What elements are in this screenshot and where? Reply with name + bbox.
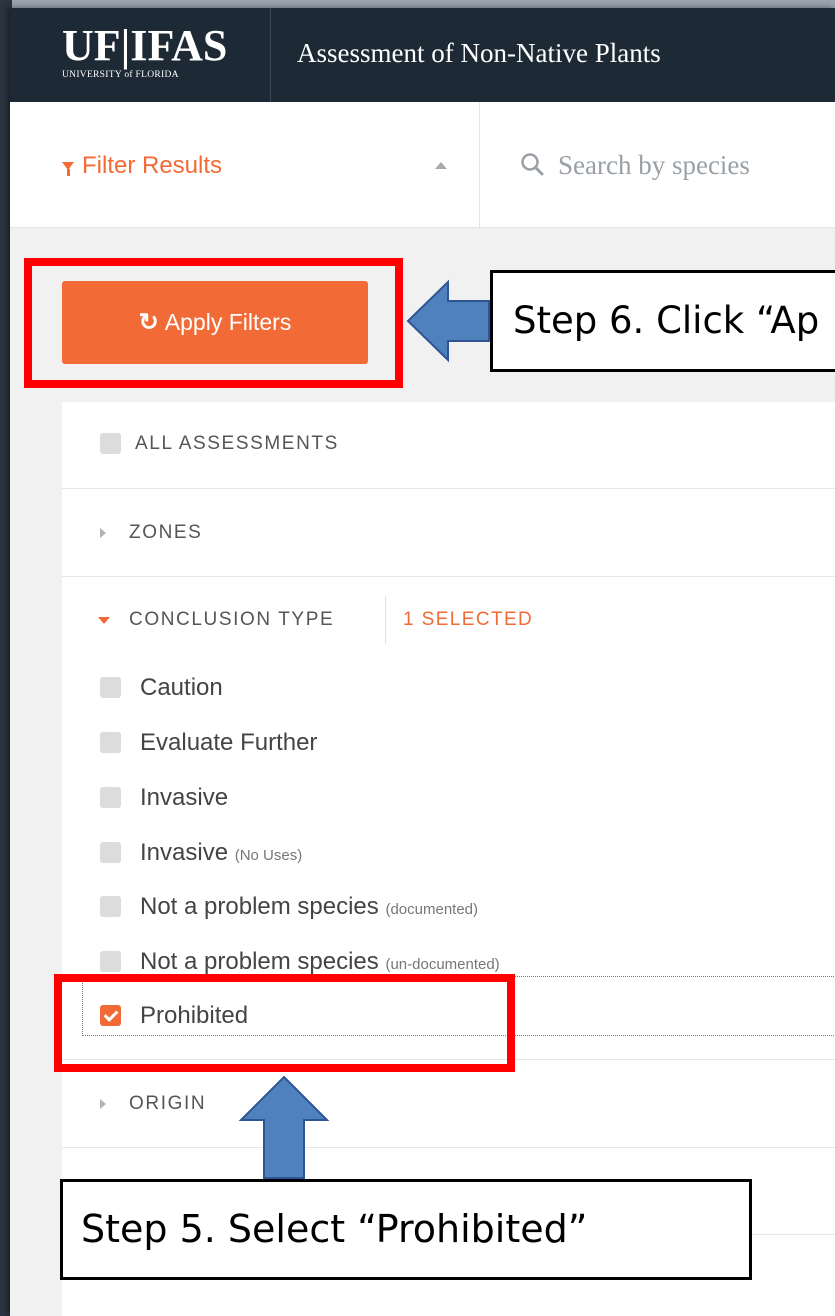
caret-up-icon [435,162,447,169]
filter-results-label: Filter Results [82,152,223,179]
apply-filters-highlight [24,258,403,388]
search-input[interactable] [558,142,835,188]
option-label: Invasive (No Uses) [140,839,302,867]
option-label-text: Invasive [140,839,229,866]
caret-right-icon [100,1099,106,1109]
filters-panel: ↻ Apply Filters ALL ASSESSMENTS ZONES CON… [10,228,835,1316]
all-assessments-label: ALL ASSESSMENTS [135,433,339,454]
step-5-callout: Step 5. Select “Prohibited” [60,1179,752,1280]
divider [270,8,271,102]
funnel-icon [62,162,74,176]
option-note: (un-documented) [385,956,500,973]
option-note: (No Uses) [234,847,303,864]
step-6-callout: Step 6. Click “Ap [490,270,835,372]
option-label-text: Not a problem species [140,893,379,920]
app-window: UF|IFAS UNIVERSITY of FLORIDA Assessment… [10,8,835,1316]
selected-count-badge: 1 SELECTED [403,609,534,630]
up-arrow-icon [238,1075,330,1179]
prohibited-highlight [54,974,515,1072]
divider [385,596,386,644]
uf-ifas-logo[interactable]: UF|IFAS UNIVERSITY of FLORIDA [62,21,242,90]
option-label: Not a problem species (un-documented) [140,948,500,976]
not-a-problem-documented-checkbox[interactable] [100,896,121,917]
caret-down-icon [98,617,110,624]
option-label: Invasive [140,784,229,811]
divider [62,1147,835,1148]
logo-wordmark: UF|IFAS [62,21,228,70]
zones-heading: ZONES [129,522,203,543]
conclusion-type-heading: CONCLUSION TYPE [129,609,335,630]
option-label: Evaluate Further [140,729,318,756]
page-title: Assessment of Non-Native Plants [297,38,661,68]
evaluate-further-checkbox[interactable] [100,732,121,753]
option-label: Caution [140,674,223,701]
all-assessments-checkbox[interactable] [100,433,121,454]
origin-heading: ORIGIN [129,1093,207,1114]
caution-checkbox[interactable] [100,677,121,698]
option-note: (documented) [385,901,479,918]
divider [62,576,835,577]
invasive-no-uses-checkbox[interactable] [100,842,121,863]
invasive-checkbox[interactable] [100,787,121,808]
divider [62,488,835,489]
search-icon [521,153,544,176]
not-a-problem-undocumented-checkbox[interactable] [100,951,121,972]
logo-subtext: UNIVERSITY of FLORIDA [62,70,179,80]
top-navigation-bar: UF|IFAS UNIVERSITY of FLORIDA Assessment… [10,8,835,102]
filter-results-toggle[interactable]: Filter Results [10,102,480,228]
option-label-text: Not a problem species [140,948,379,975]
option-label: Not a problem species (documented) [140,893,478,921]
search-toolbar: Filter Results [10,102,835,228]
left-arrow-icon [406,279,490,363]
caret-right-icon [100,528,106,538]
